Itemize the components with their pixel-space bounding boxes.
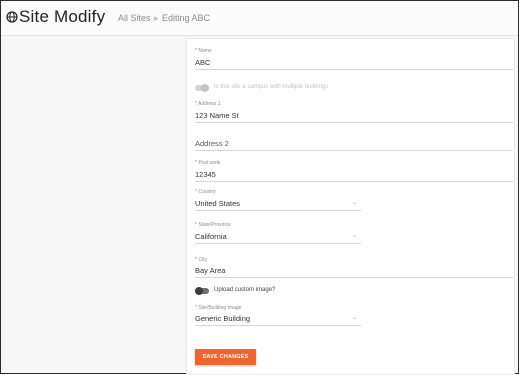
name-label: * Name: [195, 48, 212, 54]
app-window: Site Modify All Sites » Editing ABC * Na…: [0, 0, 519, 375]
postcode-underline: [195, 181, 513, 182]
save-changes-button[interactable]: SAVE CHANGES: [195, 349, 256, 365]
city-underline: [195, 277, 513, 278]
custom-image-toggle-label: Upload custom image?: [214, 287, 276, 293]
building-image-chevron-down-icon[interactable]: ⌄: [352, 314, 357, 321]
custom-image-toggle-knob: [195, 287, 203, 295]
address2-field[interactable]: Address 2: [195, 135, 513, 151]
campus-toggle[interactable]: [195, 84, 209, 92]
breadcrumb-current: Editing ABC: [162, 13, 211, 23]
postcode-field[interactable]: * Post code 12345: [195, 160, 513, 182]
country-chevron-down-icon[interactable]: ⌄: [352, 199, 357, 206]
campus-toggle-knob: [201, 84, 209, 92]
address1-field[interactable]: * Address 1 123 Name St: [195, 101, 513, 123]
site-form-card: * Name ABC Is this site a campus with mu…: [186, 38, 515, 375]
name-underline: [195, 69, 513, 70]
address2-underline: [195, 150, 513, 151]
country-underline: [195, 210, 361, 211]
building-image-value[interactable]: Generic Building: [195, 314, 250, 323]
building-image-underline: [195, 325, 361, 326]
address1-label: * Address 1: [195, 101, 221, 107]
postcode-label: * Post code: [195, 160, 221, 166]
name-value[interactable]: ABC: [195, 58, 210, 67]
breadcrumb-separator: »: [153, 13, 159, 23]
name-field[interactable]: * Name ABC: [195, 48, 513, 70]
country-label: * Country: [195, 189, 216, 195]
city-field[interactable]: * City Bay Area: [195, 257, 513, 279]
country-select[interactable]: * Country United States ⌄: [195, 189, 513, 211]
state-underline: [195, 243, 361, 244]
building-image-select[interactable]: * Site/Building Image Generic Building ⌄: [195, 305, 513, 327]
city-label: * City: [195, 257, 207, 263]
globe-icon: [6, 11, 18, 23]
address1-value[interactable]: 123 Name St: [195, 111, 239, 120]
city-value[interactable]: Bay Area: [195, 266, 225, 275]
state-select[interactable]: * State/Province California ⌄: [195, 222, 513, 244]
page-title: Site Modify: [19, 7, 106, 26]
header-bar: Site Modify All Sites » Editing ABC: [1, 1, 518, 36]
breadcrumb-all-sites-link[interactable]: All Sites: [118, 13, 151, 23]
postcode-value[interactable]: 12345: [195, 170, 216, 179]
state-chevron-down-icon[interactable]: ⌄: [352, 232, 357, 239]
address2-placeholder[interactable]: Address 2: [195, 139, 229, 148]
campus-toggle-label: Is this site a campus with multiple buil…: [214, 84, 329, 90]
address1-underline: [195, 122, 513, 123]
custom-image-toggle[interactable]: [195, 287, 209, 295]
state-value[interactable]: California: [195, 232, 227, 241]
building-image-label: * Site/Building Image: [195, 305, 242, 311]
country-value[interactable]: United States: [195, 199, 240, 208]
state-label: * State/Province: [195, 222, 231, 228]
